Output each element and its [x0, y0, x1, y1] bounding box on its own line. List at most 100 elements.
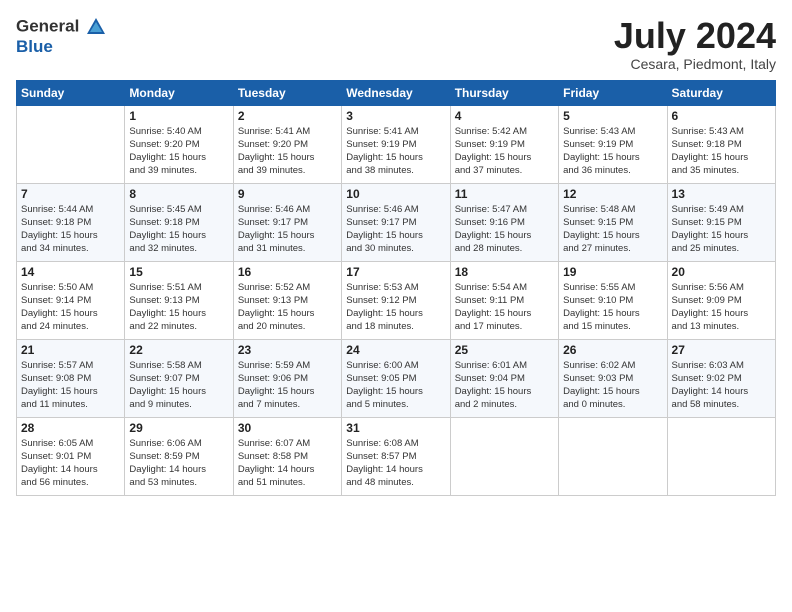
calendar-cell: 3 Sunrise: 5:41 AM Sunset: 9:19 PM Daylig…: [342, 105, 450, 183]
calendar-cell: 22 Sunrise: 5:58 AM Sunset: 9:07 PM Dayli…: [125, 339, 233, 417]
day-number: 16: [238, 265, 337, 279]
calendar-cell: 15 Sunrise: 5:51 AM Sunset: 9:13 PM Dayli…: [125, 261, 233, 339]
calendar-cell: 25 Sunrise: 6:01 AM Sunset: 9:04 PM Dayli…: [450, 339, 558, 417]
day-number: 8: [129, 187, 228, 201]
day-info: Sunrise: 5:45 AM Sunset: 9:18 PM Dayligh…: [129, 203, 228, 256]
day-number: 26: [563, 343, 662, 357]
calendar-cell: [450, 417, 558, 495]
day-number: 1: [129, 109, 228, 123]
day-info: Sunrise: 5:41 AM Sunset: 9:20 PM Dayligh…: [238, 125, 337, 178]
day-number: 23: [238, 343, 337, 357]
day-info: Sunrise: 5:43 AM Sunset: 9:18 PM Dayligh…: [672, 125, 771, 178]
day-info: Sunrise: 5:50 AM Sunset: 9:14 PM Dayligh…: [21, 281, 120, 334]
calendar-cell: 16 Sunrise: 5:52 AM Sunset: 9:13 PM Dayli…: [233, 261, 341, 339]
day-info: Sunrise: 6:02 AM Sunset: 9:03 PM Dayligh…: [563, 359, 662, 412]
day-number: 18: [455, 265, 554, 279]
day-info: Sunrise: 5:46 AM Sunset: 9:17 PM Dayligh…: [346, 203, 445, 256]
calendar-cell: [559, 417, 667, 495]
day-info: Sunrise: 5:42 AM Sunset: 9:19 PM Dayligh…: [455, 125, 554, 178]
calendar-cell: 17 Sunrise: 5:53 AM Sunset: 9:12 PM Dayli…: [342, 261, 450, 339]
col-header-sunday: Sunday: [17, 80, 125, 105]
calendar-cell: 2 Sunrise: 5:41 AM Sunset: 9:20 PM Daylig…: [233, 105, 341, 183]
calendar-cell: 31Sunrise: 6:08 AM Sunset: 8:57 PM Dayli…: [342, 417, 450, 495]
day-number: 22: [129, 343, 228, 357]
day-info: Sunrise: 6:07 AM Sunset: 8:58 PM Dayligh…: [238, 437, 337, 490]
calendar-cell: 28 Sunrise: 6:05 AM Sunset: 9:01 PM Dayli…: [17, 417, 125, 495]
day-number: 13: [672, 187, 771, 201]
day-number: 9: [238, 187, 337, 201]
day-number: 6: [672, 109, 771, 123]
day-number: 12: [563, 187, 662, 201]
calendar-cell: 30 Sunrise: 6:07 AM Sunset: 8:58 PM Dayli…: [233, 417, 341, 495]
calendar-cell: 13 Sunrise: 5:49 AM Sunset: 9:15 PM Dayli…: [667, 183, 775, 261]
calendar-cell: 19Sunrise: 5:55 AM Sunset: 9:10 PM Dayli…: [559, 261, 667, 339]
calendar-cell: 20 Sunrise: 5:56 AM Sunset: 9:09 PM Dayli…: [667, 261, 775, 339]
day-info: Sunrise: 5:57 AM Sunset: 9:08 PM Dayligh…: [21, 359, 120, 412]
day-number: 3: [346, 109, 445, 123]
day-info: Sunrise: 5:46 AM Sunset: 9:17 PM Dayligh…: [238, 203, 337, 256]
day-info: Sunrise: 5:51 AM Sunset: 9:13 PM Dayligh…: [129, 281, 228, 334]
day-info: Sunrise: 5:52 AM Sunset: 9:13 PM Dayligh…: [238, 281, 337, 334]
calendar-cell: [667, 417, 775, 495]
day-number: 7: [21, 187, 120, 201]
day-number: 19: [563, 265, 662, 279]
day-number: 10: [346, 187, 445, 201]
day-info: Sunrise: 5:48 AM Sunset: 9:15 PM Dayligh…: [563, 203, 662, 256]
calendar-cell: 29 Sunrise: 6:06 AM Sunset: 8:59 PM Dayli…: [125, 417, 233, 495]
title-block: July 2024 Cesara, Piedmont, Italy: [614, 16, 776, 72]
day-info: Sunrise: 5:56 AM Sunset: 9:09 PM Dayligh…: [672, 281, 771, 334]
day-number: 5: [563, 109, 662, 123]
day-number: 20: [672, 265, 771, 279]
day-number: 21: [21, 343, 120, 357]
day-info: Sunrise: 5:41 AM Sunset: 9:19 PM Dayligh…: [346, 125, 445, 178]
day-info: Sunrise: 6:00 AM Sunset: 9:05 PM Dayligh…: [346, 359, 445, 412]
day-info: Sunrise: 6:01 AM Sunset: 9:04 PM Dayligh…: [455, 359, 554, 412]
day-number: 2: [238, 109, 337, 123]
day-info: Sunrise: 5:43 AM Sunset: 9:19 PM Dayligh…: [563, 125, 662, 178]
calendar-cell: 21 Sunrise: 5:57 AM Sunset: 9:08 PM Dayli…: [17, 339, 125, 417]
calendar-table: SundayMondayTuesdayWednesdayThursdayFrid…: [16, 80, 776, 496]
calendar-cell: 23 Sunrise: 5:59 AM Sunset: 9:06 PM Dayli…: [233, 339, 341, 417]
calendar-cell: 7Sunrise: 5:44 AM Sunset: 9:18 PM Daylig…: [17, 183, 125, 261]
day-number: 25: [455, 343, 554, 357]
day-number: 14: [21, 265, 120, 279]
day-info: Sunrise: 5:53 AM Sunset: 9:12 PM Dayligh…: [346, 281, 445, 334]
day-info: Sunrise: 5:58 AM Sunset: 9:07 PM Dayligh…: [129, 359, 228, 412]
calendar-cell: 4Sunrise: 5:42 AM Sunset: 9:19 PM Daylig…: [450, 105, 558, 183]
col-header-monday: Monday: [125, 80, 233, 105]
calendar-cell: 1 Sunrise: 5:40 AM Sunset: 9:20 PM Daylig…: [125, 105, 233, 183]
day-number: 29: [129, 421, 228, 435]
calendar-cell: 14 Sunrise: 5:50 AM Sunset: 9:14 PM Dayli…: [17, 261, 125, 339]
day-info: Sunrise: 6:06 AM Sunset: 8:59 PM Dayligh…: [129, 437, 228, 490]
day-info: Sunrise: 5:59 AM Sunset: 9:06 PM Dayligh…: [238, 359, 337, 412]
calendar-cell: 10 Sunrise: 5:46 AM Sunset: 9:17 PM Dayli…: [342, 183, 450, 261]
day-info: Sunrise: 5:47 AM Sunset: 9:16 PM Dayligh…: [455, 203, 554, 256]
col-header-thursday: Thursday: [450, 80, 558, 105]
logo-icon: [85, 16, 107, 38]
day-number: 27: [672, 343, 771, 357]
day-number: 31: [346, 421, 445, 435]
day-info: Sunrise: 6:05 AM Sunset: 9:01 PM Dayligh…: [21, 437, 120, 490]
day-number: 30: [238, 421, 337, 435]
day-info: Sunrise: 5:40 AM Sunset: 9:20 PM Dayligh…: [129, 125, 228, 178]
calendar-cell: 27 Sunrise: 6:03 AM Sunset: 9:02 PM Dayli…: [667, 339, 775, 417]
calendar-cell: 26 Sunrise: 6:02 AM Sunset: 9:03 PM Dayli…: [559, 339, 667, 417]
col-header-saturday: Saturday: [667, 80, 775, 105]
day-number: 17: [346, 265, 445, 279]
col-header-wednesday: Wednesday: [342, 80, 450, 105]
calendar-cell: 8 Sunrise: 5:45 AM Sunset: 9:18 PM Daylig…: [125, 183, 233, 261]
day-number: 15: [129, 265, 228, 279]
calendar-cell: 11 Sunrise: 5:47 AM Sunset: 9:16 PM Dayli…: [450, 183, 558, 261]
day-number: 28: [21, 421, 120, 435]
logo: General Blue: [16, 16, 107, 57]
page-header: General Blue July 2024 Cesara, Piedmont,…: [16, 16, 776, 72]
calendar-cell: [17, 105, 125, 183]
page-subtitle: Cesara, Piedmont, Italy: [614, 56, 776, 72]
day-info: Sunrise: 5:49 AM Sunset: 9:15 PM Dayligh…: [672, 203, 771, 256]
calendar-cell: 18 Sunrise: 5:54 AM Sunset: 9:11 PM Dayli…: [450, 261, 558, 339]
day-info: Sunrise: 6:03 AM Sunset: 9:02 PM Dayligh…: [672, 359, 771, 412]
day-info: Sunrise: 5:54 AM Sunset: 9:11 PM Dayligh…: [455, 281, 554, 334]
calendar-cell: 6 Sunrise: 5:43 AM Sunset: 9:18 PM Daylig…: [667, 105, 775, 183]
col-header-friday: Friday: [559, 80, 667, 105]
day-number: 11: [455, 187, 554, 201]
